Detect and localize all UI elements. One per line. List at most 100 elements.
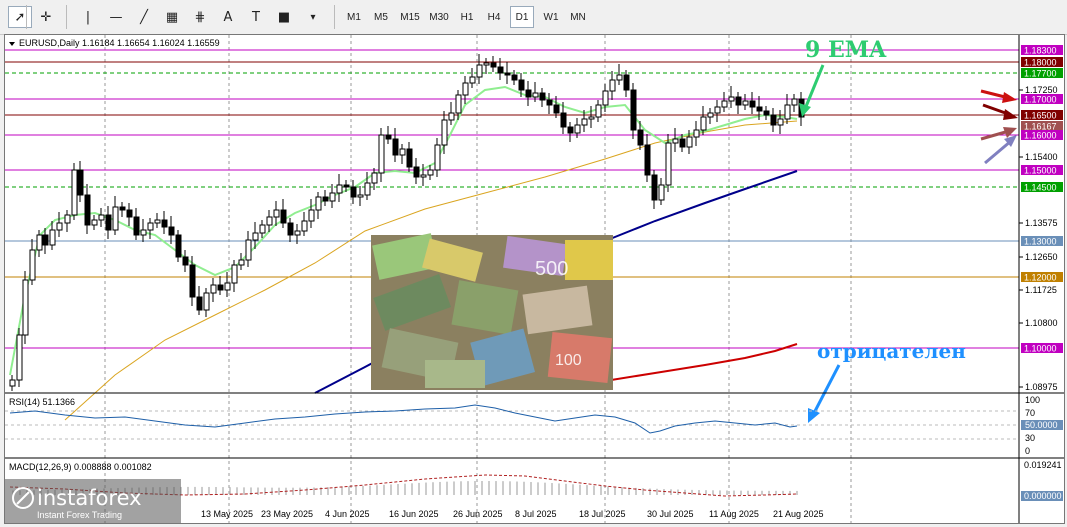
candle-body [700,116,707,131]
candle-body [49,229,56,246]
candle-body [672,138,679,144]
price-level-label: 1.17000 [1024,95,1057,105]
candle-body [427,169,434,176]
trendline-tool[interactable]: ╱ [132,6,156,28]
trendline-tool-icon: ╱ [140,9,148,25]
candle-body [133,216,140,236]
candle-body [273,209,280,218]
rsi-panel[interactable]: RSI(14) 51.1366 [5,397,1019,440]
vertical-line-tool[interactable]: | [76,6,100,28]
timeframe-m15[interactable]: M15 [396,6,424,28]
timeframe-d1[interactable]: D1 [510,6,534,28]
candle-body [651,174,658,201]
channel-tool[interactable]: ▦ [160,6,184,28]
candle-body [175,234,182,258]
candle-body [749,100,756,108]
fibonacci-tool[interactable]: ⋕ [188,6,212,28]
candle-body [574,124,581,134]
candle-body [665,142,672,186]
candle-body [763,110,770,116]
candle-body [434,144,441,171]
rsi-line [9,404,798,434]
chart-window[interactable]: 500 100 9 EMA отрицателен EURUSD,Daily 1… [4,34,1065,524]
rsi-tick-label: 100 [1025,395,1040,405]
candle-body [147,222,154,231]
watermark-brand: instaforex [37,486,142,510]
candle-body [441,119,448,146]
shapes-tool-icon: ■ [277,9,291,25]
candle-body [357,194,364,198]
candle-body [777,118,784,126]
date-label: 23 May 2025 [261,509,313,519]
rsi-tick-label: 0 [1025,446,1030,456]
date-label: 30 Jul 2025 [647,509,694,519]
candle-body [196,296,203,311]
text-tool-icon: A [223,9,233,25]
price-tick-label: 1.17250 [1025,85,1058,95]
candle-body [105,214,112,231]
candle-body [71,169,78,216]
crosshair-tool[interactable]: ✛ [34,6,58,28]
candle-body [42,234,49,246]
timeframe-h1[interactable]: H1 [455,6,479,28]
svg-text:500: 500 [535,258,568,280]
price-tick-label: 1.08975 [1025,382,1058,392]
rsi-tick-label: 30 [1025,433,1035,443]
ema-annotation: 9 EMA [805,37,887,63]
candle-body [455,94,462,114]
candle-body [210,284,217,294]
candle-body [140,229,147,236]
candle-body [483,62,490,66]
horizontal-line-tool[interactable]: — [104,6,128,28]
vertical-line-tool-icon: | [85,9,91,25]
candle-body [266,216,273,226]
candle-body [644,144,651,176]
candle-body [182,256,189,266]
candle-body [532,92,539,98]
candle-body [231,264,238,284]
text-tool[interactable]: A [216,6,240,28]
price-level-label: 1.15000 [1024,166,1057,176]
candle-body [126,209,133,218]
candle-body [637,129,644,146]
price-tick-label: 1.13575 [1025,218,1058,228]
candle-body [259,224,266,234]
candle-body [329,192,336,202]
timeframe-m5[interactable]: M5 [369,6,393,28]
candle-body [36,234,43,251]
cursor-tool[interactable]: ➚ [8,6,32,28]
timeframe-mn[interactable]: MN [566,6,590,28]
crosshair-tool-icon: ✛ [40,9,52,25]
timeframe-w1[interactable]: W1 [539,6,563,28]
candle-body [280,209,287,224]
text-label-tool[interactable]: T [244,6,268,28]
date-axis: 13 May 2025 23 May 2025 4 Jun 2025 16 Jun 2… [201,509,824,519]
price-tick-label: 1.12650 [1025,252,1058,262]
candle-body [595,104,602,118]
price-level-label: 1.18000 [1024,58,1057,68]
date-label: 18 Jul 2025 [579,509,626,519]
timeframe-m1[interactable]: M1 [342,6,366,28]
candle-body [658,184,665,201]
price-level-label: 1.14500 [1024,183,1057,193]
macd-tick-label: 0.019241 [1024,460,1062,470]
candle-body [161,219,168,228]
candle-body [476,64,483,78]
shapes-dropdown-button[interactable]: ▾ [298,6,328,28]
rsi-tick-label: 50.0000 [1025,420,1058,430]
negative-annotation: отрицателен [817,339,966,363]
date-label: 13 May 2025 [201,509,253,519]
candle-body [29,249,36,281]
shapes-tool[interactable]: ■ [272,6,296,28]
watermark-tagline: Instant Forex Trading [37,510,122,520]
candle-body [168,226,175,236]
candle-body [616,74,623,81]
chart-canvas[interactable]: 500 100 9 EMA отрицателен EURUSD,Daily 1… [5,35,1064,523]
timeframe-m30[interactable]: M30 [425,6,453,28]
timeframe-h4[interactable]: H4 [482,6,506,28]
candle-body [245,239,252,261]
candle-body [385,134,392,140]
horizontal-line-tool-icon: — [109,9,123,25]
candle-body [238,259,245,266]
candle-body [693,129,700,138]
